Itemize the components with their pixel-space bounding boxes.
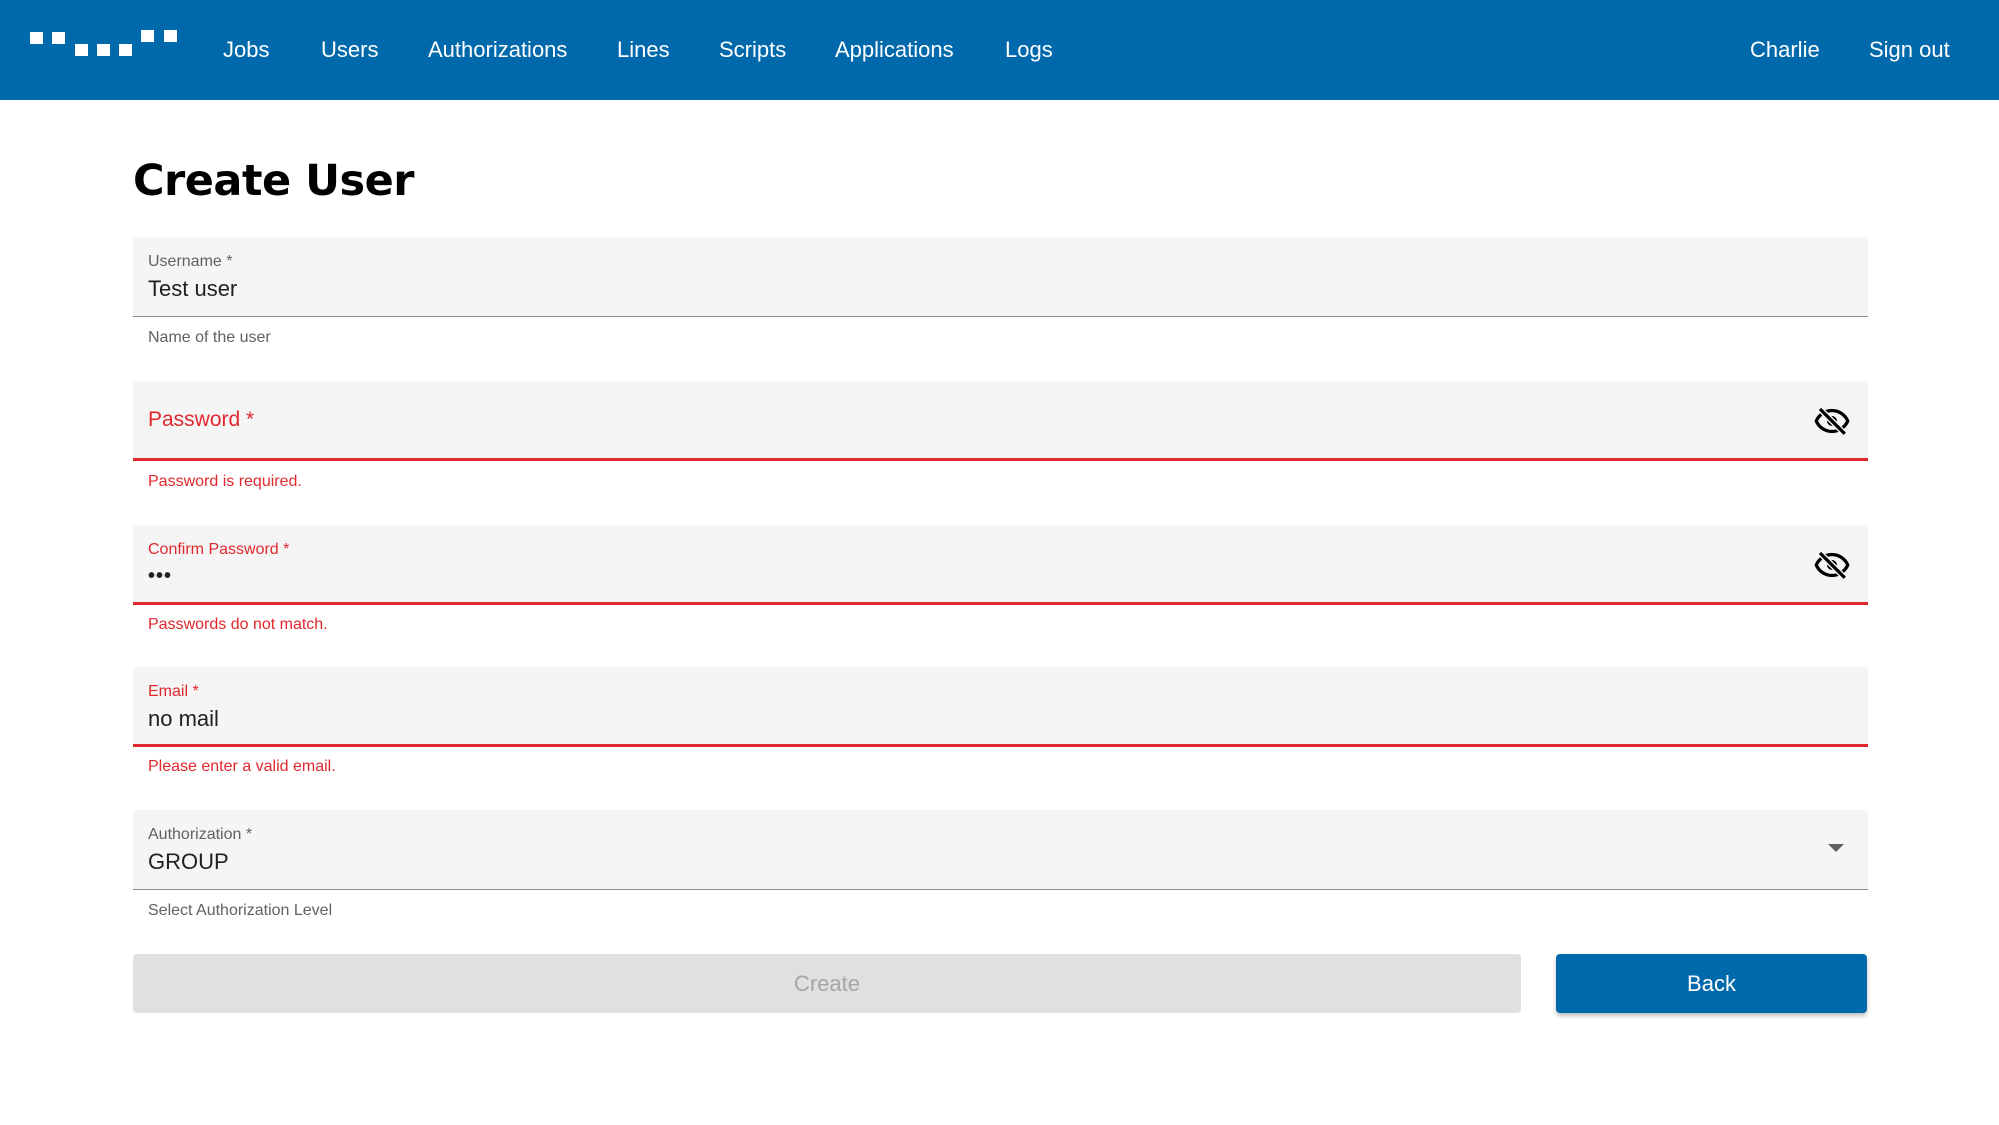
- confirm-password-error: Passwords do not match.: [148, 616, 328, 633]
- confirm-password-field[interactable]: Confirm Password * •••: [133, 525, 1868, 605]
- nav-applications[interactable]: Applications: [835, 0, 954, 100]
- password-field[interactable]: Password *: [133, 381, 1868, 461]
- username-hint: Name of the user: [148, 329, 271, 346]
- username-field[interactable]: Username * Test user: [133, 237, 1868, 317]
- password-label: Password *: [148, 408, 255, 431]
- nav-lines[interactable]: Lines: [617, 0, 670, 100]
- nav-jobs[interactable]: Jobs: [223, 0, 269, 100]
- username-value[interactable]: Test user: [148, 276, 237, 302]
- password-error: Password is required.: [148, 473, 302, 490]
- sign-out-link[interactable]: Sign out: [1869, 0, 1950, 100]
- page-title: Create User: [133, 156, 415, 206]
- nav-logs[interactable]: Logs: [1005, 0, 1053, 100]
- nav-scripts[interactable]: Scripts: [719, 0, 786, 100]
- back-button[interactable]: Back: [1556, 954, 1867, 1013]
- nav-users[interactable]: Users: [321, 0, 378, 100]
- create-button[interactable]: Create: [133, 954, 1521, 1013]
- email-value[interactable]: no mail: [148, 706, 219, 732]
- eye-off-icon[interactable]: [1814, 403, 1850, 439]
- logo[interactable]: [30, 30, 180, 60]
- authorization-value[interactable]: GROUP: [148, 849, 229, 875]
- authorization-label: Authorization *: [148, 826, 253, 843]
- email-error: Please enter a valid email.: [148, 758, 336, 775]
- authorization-hint: Select Authorization Level: [148, 902, 333, 919]
- eye-off-icon[interactable]: [1814, 547, 1850, 583]
- email-label: Email *: [148, 683, 199, 700]
- top-navigation-bar: Jobs Users Authorizations Lines Scripts …: [0, 0, 1999, 100]
- arrow-drop-down-icon[interactable]: [1828, 844, 1844, 852]
- authorization-select[interactable]: Authorization * GROUP: [133, 810, 1868, 890]
- email-field[interactable]: Email * no mail: [133, 667, 1868, 747]
- username-label: Username *: [148, 253, 233, 270]
- confirm-password-label: Confirm Password *: [148, 541, 290, 558]
- nav-authorizations[interactable]: Authorizations: [428, 0, 567, 100]
- confirm-password-value[interactable]: •••: [148, 565, 172, 588]
- user-profile-link[interactable]: Charlie: [1750, 0, 1820, 100]
